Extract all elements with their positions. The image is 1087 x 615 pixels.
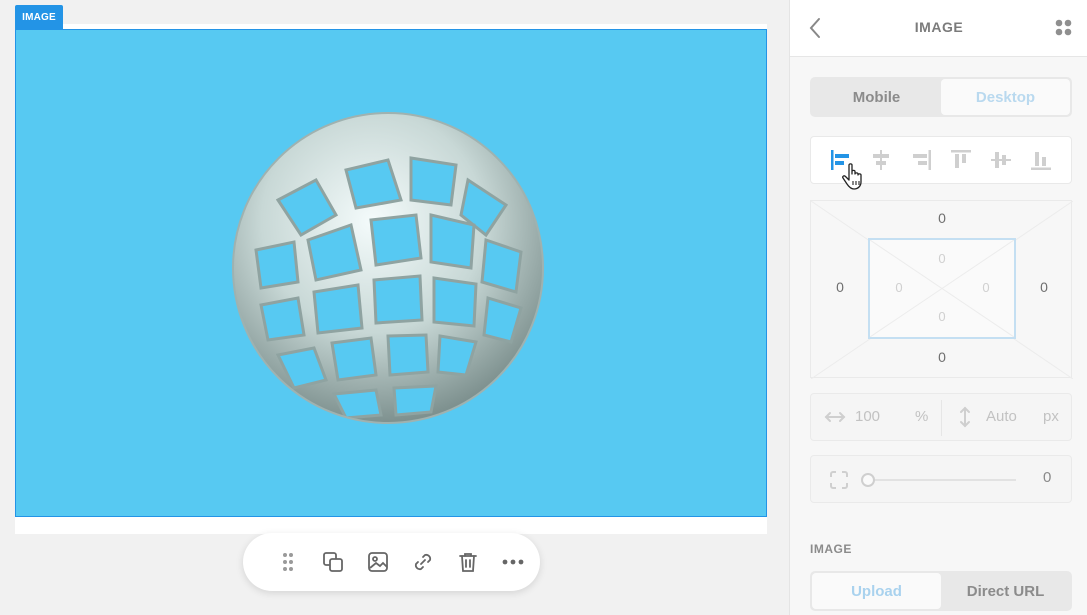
- height-arrows-icon: [956, 405, 974, 434]
- padding-bottom-value[interactable]: 0: [927, 309, 957, 324]
- image-block[interactable]: [15, 29, 767, 517]
- align-bottom-icon[interactable]: [1021, 140, 1061, 180]
- block-toolbar: [243, 533, 540, 591]
- radius-slider-knob[interactable]: [861, 473, 875, 487]
- wireframe-sphere-image: [232, 112, 544, 424]
- sidebar-header: IMAGE: [790, 0, 1087, 57]
- margin-left-value[interactable]: 0: [825, 279, 855, 295]
- image-source-toggle: Upload Direct URL: [810, 571, 1072, 611]
- source-option-direct-url[interactable]: Direct URL: [941, 573, 1070, 609]
- border-radius-control: 0: [810, 455, 1072, 503]
- sidebar-title: IMAGE: [914, 19, 964, 35]
- image-icon[interactable]: [355, 542, 400, 582]
- width-arrows-icon: [823, 408, 847, 431]
- width-unit[interactable]: %: [915, 408, 928, 425]
- duplicate-icon[interactable]: [310, 542, 355, 582]
- grid-dots-icon[interactable]: [1055, 19, 1073, 37]
- align-center-v-icon[interactable]: [981, 140, 1021, 180]
- margin-right-value[interactable]: 0: [1029, 279, 1059, 295]
- source-option-upload[interactable]: Upload: [812, 573, 941, 609]
- device-option-mobile[interactable]: Mobile: [812, 79, 941, 115]
- width-value[interactable]: 100: [855, 408, 880, 425]
- align-right-icon[interactable]: [901, 140, 941, 180]
- margin-top-value[interactable]: 0: [927, 210, 957, 226]
- more-icon[interactable]: [490, 542, 535, 582]
- size-controls: 100 % Auto px: [810, 393, 1072, 441]
- padding-top-value[interactable]: 0: [927, 251, 957, 266]
- margin-bottom-value[interactable]: 0: [927, 349, 957, 365]
- link-icon[interactable]: [400, 542, 445, 582]
- align-top-icon[interactable]: [941, 140, 981, 180]
- radius-value[interactable]: 0: [1043, 469, 1051, 486]
- device-option-desktop[interactable]: Desktop: [941, 79, 1070, 115]
- align-center-h-icon[interactable]: [861, 140, 901, 180]
- image-section-label: IMAGE: [810, 542, 852, 556]
- height-unit[interactable]: px: [1043, 408, 1059, 425]
- spacing-editor: 0 0 0 0 0 0 0 0: [810, 200, 1073, 379]
- alignment-bar: [810, 136, 1072, 184]
- drag-handle-icon[interactable]: [265, 542, 310, 582]
- device-toggle: Mobile Desktop: [810, 77, 1072, 117]
- block-type-tag: IMAGE: [15, 5, 63, 30]
- padding-box: 0 0 0 0: [868, 238, 1016, 339]
- canvas-area: IMAGE: [0, 0, 789, 615]
- properties-sidebar: IMAGE Mobile Desktop 0 0 0 0 0 0 0 0 100…: [789, 0, 1087, 615]
- align-left-icon[interactable]: [821, 140, 861, 180]
- height-value[interactable]: Auto: [986, 408, 1017, 425]
- trash-icon[interactable]: [445, 542, 490, 582]
- size-divider: [941, 400, 942, 436]
- padding-left-value[interactable]: 0: [884, 280, 914, 295]
- radius-slider-track[interactable]: [866, 479, 1016, 481]
- radius-corners-icon: [829, 470, 849, 495]
- padding-right-value[interactable]: 0: [971, 280, 1001, 295]
